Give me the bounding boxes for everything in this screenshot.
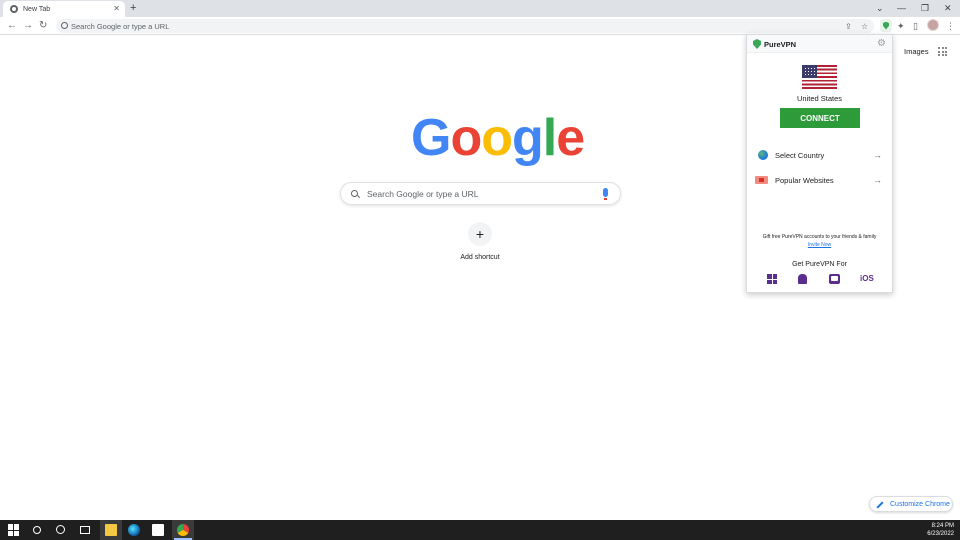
shield-icon xyxy=(883,21,889,30)
flag-canton xyxy=(802,65,817,78)
google-logo-letter: o xyxy=(450,109,482,167)
select-country-label: Select Country xyxy=(775,151,825,160)
profile-avatar[interactable] xyxy=(927,19,939,31)
task-view-icon[interactable] xyxy=(80,526,90,534)
browser-toolbar: ← → ↻ Search Google or type a URL ⇪ ☆ ✦ … xyxy=(0,17,960,35)
extensions-puzzle-icon[interactable]: ✦ xyxy=(897,20,905,32)
microphone-icon[interactable] xyxy=(603,188,608,200)
new-tab-button[interactable]: + xyxy=(130,2,136,14)
cortana-icon[interactable] xyxy=(56,525,65,534)
add-shortcut-label: Add shortcut xyxy=(460,254,500,261)
screen: New Tab ✕ + ⌄ — ❐ ✕ ← → ↻ Search Google … xyxy=(0,0,960,540)
arrow-right-icon: → xyxy=(873,150,882,160)
windows-taskbar: 8:24 PM 6/23/2022 xyxy=(0,520,960,540)
add-shortcut-button[interactable]: + xyxy=(468,222,492,246)
tab-close-icon[interactable]: ✕ xyxy=(113,4,120,14)
customize-chrome-button[interactable]: Customize Chrome xyxy=(869,496,953,512)
back-button[interactable]: ← xyxy=(7,19,17,32)
images-link[interactable]: Images xyxy=(904,47,929,56)
file-explorer-icon[interactable] xyxy=(105,524,117,536)
search-icon xyxy=(61,22,68,29)
us-flag-icon xyxy=(802,65,837,89)
side-panel-icon[interactable]: ▯ xyxy=(913,20,918,32)
google-logo-letter: g xyxy=(511,109,544,167)
popular-websites-row[interactable]: Popular Websites → xyxy=(747,174,892,188)
windows-icon[interactable] xyxy=(767,274,777,286)
globe-icon xyxy=(758,150,768,160)
restore-button[interactable]: ❐ xyxy=(921,2,929,14)
purevpn-header: PureVPN ⚙ xyxy=(747,35,892,53)
google-logo-letter: G xyxy=(411,109,451,167)
customize-chrome-label: Customize Chrome xyxy=(890,500,950,508)
bookmark-star-icon[interactable]: ☆ xyxy=(861,22,868,31)
google-logo-letter: o xyxy=(481,109,513,167)
arrow-right-icon: → xyxy=(873,175,882,185)
purevpn-brand: PureVPN xyxy=(764,40,797,49)
settings-gear-icon[interactable]: ⚙ xyxy=(877,38,886,49)
minimize-button[interactable]: — xyxy=(897,2,906,14)
google-apps-icon[interactable] xyxy=(938,47,947,56)
tab-title: New Tab xyxy=(23,5,51,13)
google-logo: Google xyxy=(411,108,585,168)
google-search-box[interactable]: Search Google or type a URL xyxy=(340,182,621,205)
tab-strip: New Tab ✕ + ⌄ — ❐ ✕ xyxy=(0,0,960,17)
mac-icon[interactable] xyxy=(829,274,840,286)
reload-button[interactable]: ↻ xyxy=(39,19,47,32)
taskbar-search-icon[interactable] xyxy=(33,526,41,534)
select-country-row[interactable]: Select Country → xyxy=(747,149,892,163)
clock-time: 8:24 PM xyxy=(931,523,954,529)
edge-icon[interactable] xyxy=(128,524,140,536)
chrome-taskbar-icon[interactable] xyxy=(177,524,189,536)
popular-websites-label: Popular Websites xyxy=(775,176,834,185)
invite-now-link[interactable]: Invite Now xyxy=(747,242,892,248)
system-clock[interactable]: 8:24 PM 6/23/2022 xyxy=(927,522,954,538)
close-window-button[interactable]: ✕ xyxy=(944,2,952,14)
search-placeholder: Search Google or type a URL xyxy=(367,188,479,199)
purevpn-extension-icon[interactable] xyxy=(880,19,892,32)
tab-new-tab[interactable]: New Tab ✕ xyxy=(3,1,125,17)
tab-search-icon[interactable]: ⌄ xyxy=(876,2,884,14)
chrome-favicon-icon xyxy=(10,5,18,13)
share-icon[interactable]: ⇪ xyxy=(845,22,852,31)
google-logo-letter: l xyxy=(542,109,557,167)
gift-text: Gift free PureVPN accounts to your frien… xyxy=(762,234,877,240)
forward-button[interactable]: → xyxy=(23,19,33,32)
google-logo-letter: e xyxy=(556,109,585,167)
windows-start-icon[interactable] xyxy=(8,524,20,536)
menu-kebab-icon[interactable]: ⋮ xyxy=(946,20,955,32)
selected-country: United States xyxy=(796,94,843,103)
clock-date: 6/23/2022 xyxy=(927,531,954,537)
search-icon xyxy=(351,190,358,197)
omnibox-placeholder: Search Google or type a URL xyxy=(71,21,170,31)
popular-websites-icon xyxy=(755,176,768,184)
ios-label: iOS xyxy=(860,274,874,283)
microsoft-store-icon[interactable] xyxy=(152,524,164,536)
get-purevpn-for-label: Get PureVPN For xyxy=(792,261,847,268)
pencil-icon xyxy=(876,501,884,509)
connect-button[interactable]: CONNECT xyxy=(780,108,860,128)
purevpn-popup: PureVPN ⚙ United States CONNECT Select C… xyxy=(746,34,893,293)
omnibox[interactable]: Search Google or type a URL ⇪ ☆ xyxy=(56,19,874,33)
ios-link[interactable]: iOS xyxy=(860,274,874,286)
purevpn-logo-icon xyxy=(753,39,761,49)
android-icon[interactable] xyxy=(798,274,807,286)
